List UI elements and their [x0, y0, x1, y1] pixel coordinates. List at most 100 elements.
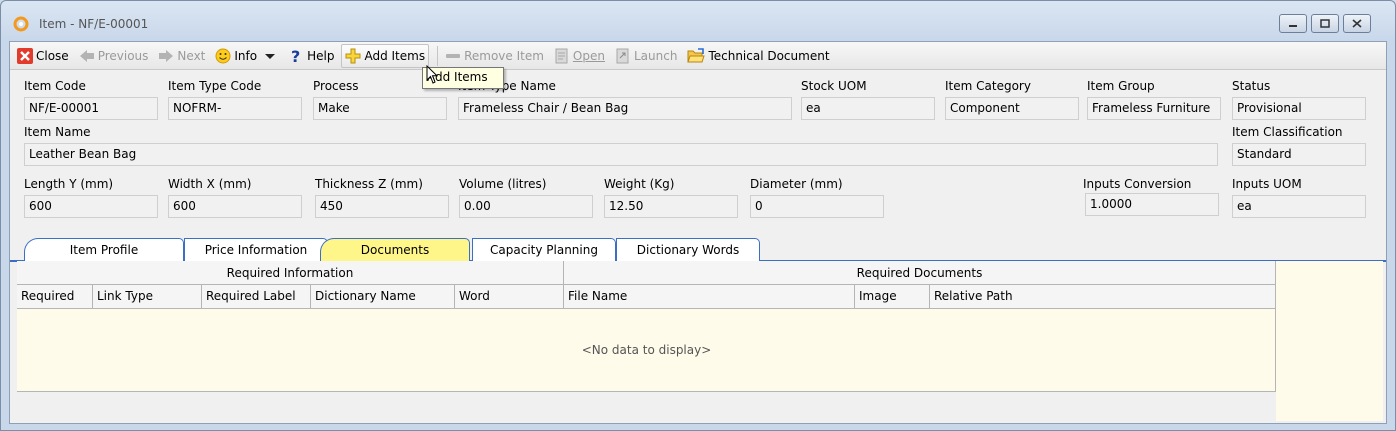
client-area: Close Previous Next Info ? Help Add Item… — [9, 41, 1387, 424]
item-group-label: Item Group — [1087, 79, 1155, 93]
mouse-cursor-icon — [426, 65, 439, 84]
close-label: Close — [36, 48, 69, 63]
info-button[interactable]: Info — [212, 44, 283, 68]
tab-capacity-planning[interactable]: Capacity Planning — [472, 238, 616, 261]
item-classification-label: Item Classification — [1232, 125, 1343, 139]
weight-field[interactable]: 12.50 — [604, 195, 738, 218]
item-type-code-label: Item Type Code — [168, 79, 262, 93]
width-x-field[interactable]: 600 — [168, 195, 302, 218]
tab-price-information[interactable]: Price Information — [184, 238, 328, 261]
close-button[interactable]: Close — [14, 44, 72, 68]
minus-icon — [446, 53, 461, 58]
help-button[interactable]: ? Help — [287, 44, 337, 68]
plus-icon — [345, 48, 361, 63]
thickness-z-field[interactable]: 450 — [315, 195, 449, 218]
status-field[interactable]: Provisional — [1232, 97, 1366, 120]
column-header-image[interactable]: Image — [855, 285, 930, 309]
item-type-name-field[interactable]: Frameless Chair / Bean Bag — [458, 97, 792, 120]
tab-documents[interactable]: Documents — [320, 238, 470, 261]
item-type-code-field[interactable]: NOFRM- — [168, 97, 302, 120]
question-mark-icon: ? — [291, 48, 300, 64]
previous-button[interactable]: Previous — [76, 44, 152, 68]
add-items-button[interactable]: Add Items — [341, 43, 430, 68]
document-open-icon — [555, 48, 568, 63]
item-name-field[interactable]: Leather Bean Bag — [24, 143, 1218, 166]
process-field[interactable]: Make — [313, 97, 447, 120]
arrow-right-icon — [159, 49, 174, 62]
inputs-uom-field[interactable]: ea — [1232, 195, 1366, 218]
item-window: Item - NF/E-00001 Close Previous Next In… — [0, 0, 1396, 431]
stock-uom-label: Stock UOM — [801, 79, 867, 93]
minimize-button[interactable] — [1279, 14, 1307, 33]
item-code-label: Item Code — [24, 79, 86, 93]
remove-item-label: Remove Item — [464, 48, 544, 63]
item-code-field[interactable]: NF/E-00001 — [24, 97, 158, 120]
documents-grid: Required Information Required Documents … — [17, 261, 1276, 421]
weight-label: Weight (Kg) — [604, 177, 675, 191]
column-header-required-label[interactable]: Required Label — [202, 285, 311, 309]
help-label: Help — [307, 48, 335, 63]
next-label: Next — [177, 48, 206, 63]
diameter-field[interactable]: 0 — [750, 195, 884, 218]
info-label: Info — [234, 48, 258, 63]
documents-panel: Required Information Required Documents … — [17, 261, 1383, 421]
inputs-conversion-field[interactable]: 1.0000 — [1085, 193, 1219, 216]
column-header-dictionary-name[interactable]: Dictionary Name — [311, 285, 455, 309]
folder-open-icon — [687, 47, 706, 62]
inputs-conversion-label: Inputs Conversion — [1083, 177, 1192, 191]
dropdown-arrow-icon[interactable] — [263, 51, 277, 61]
minimize-icon — [1289, 24, 1297, 27]
process-label: Process — [313, 79, 359, 93]
item-group-field[interactable]: Frameless Furniture — [1087, 97, 1221, 120]
launch-document-icon — [616, 48, 629, 63]
volume-field[interactable]: 0.00 — [459, 195, 593, 218]
remove-item-button[interactable]: Remove Item — [442, 44, 547, 68]
add-items-label: Add Items — [364, 48, 426, 63]
technical-document-label: Technical Document — [708, 48, 830, 63]
technical-document-button[interactable]: Technical Document — [684, 44, 832, 68]
tab-item-profile[interactable]: Item Profile — [24, 238, 184, 261]
item-category-field[interactable]: Component — [945, 97, 1079, 120]
launch-label: Launch — [633, 48, 678, 63]
tab-dictionary-words[interactable]: Dictionary Words — [616, 238, 760, 261]
maximize-icon — [1320, 19, 1330, 28]
open-button[interactable]: Open — [551, 44, 608, 68]
tab-strip: Item Profile Price Information Documents… — [10, 237, 1386, 262]
app-logo-icon — [13, 16, 29, 32]
band-required-documents: Required Documents — [564, 261, 1276, 285]
inputs-uom-label: Inputs UOM — [1232, 177, 1302, 191]
thickness-z-label: Thickness Z (mm) — [315, 177, 423, 191]
toolbar-separator — [437, 45, 439, 66]
item-name-label: Item Name — [24, 125, 91, 139]
volume-label: Volume (litres) — [459, 177, 547, 191]
open-label: Open — [572, 48, 605, 63]
column-header-file-name[interactable]: File Name — [564, 285, 855, 309]
length-y-field[interactable]: 600 — [24, 195, 158, 218]
column-header-link-type[interactable]: Link Type — [93, 285, 202, 309]
svg-text:?: ? — [291, 48, 300, 64]
arrow-left-icon — [79, 49, 94, 62]
close-window-button[interactable] — [1343, 14, 1371, 33]
empty-grid-message: <No data to display> — [581, 343, 712, 357]
column-header-word[interactable]: Word — [455, 285, 564, 309]
launch-button[interactable]: Launch — [612, 44, 680, 68]
toolbar: Close Previous Next Info ? Help Add Item… — [10, 42, 1386, 70]
item-category-label: Item Category — [945, 79, 1031, 93]
column-header-relative-path[interactable]: Relative Path — [930, 285, 1276, 309]
grid-footer — [17, 391, 1276, 421]
window-title: Item - NF/E-00001 — [39, 17, 149, 31]
length-y-label: Length Y (mm) — [24, 177, 114, 191]
previous-label: Previous — [97, 48, 149, 63]
diameter-label: Diameter (mm) — [750, 177, 843, 191]
close-icon — [1352, 19, 1362, 28]
stock-uom-field[interactable]: ea — [801, 97, 935, 120]
next-button[interactable]: Next — [155, 44, 208, 68]
band-required-information: Required Information — [17, 261, 564, 285]
status-label: Status — [1232, 79, 1271, 93]
maximize-button[interactable] — [1311, 14, 1339, 33]
title-bar[interactable]: Item - NF/E-00001 — [1, 1, 1395, 41]
smiley-icon — [215, 48, 231, 63]
item-classification-field[interactable]: Standard — [1232, 143, 1366, 166]
column-header-required[interactable]: Required — [17, 285, 93, 309]
width-x-label: Width X (mm) — [168, 177, 252, 191]
